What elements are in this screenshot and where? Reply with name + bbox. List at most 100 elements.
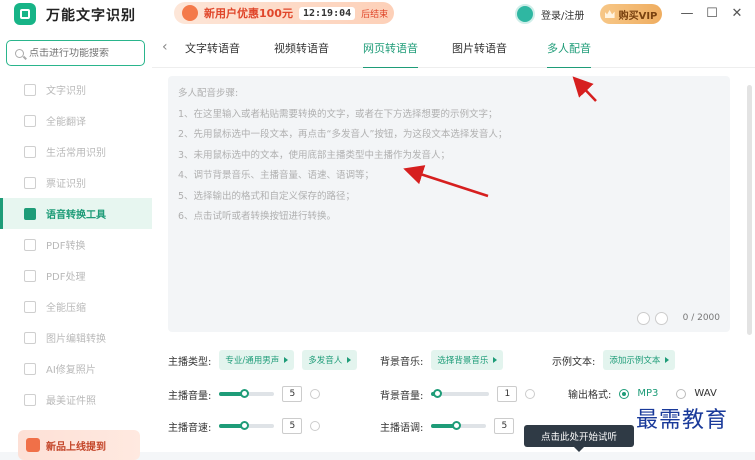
anchor-type-value: 专业/通用男声 bbox=[225, 356, 280, 366]
tab-web-to-speech[interactable]: 网页转语音 bbox=[363, 40, 418, 69]
format-mp3-label[interactable]: MP3 bbox=[637, 388, 658, 399]
app-title: 万能文字识别 bbox=[46, 8, 136, 24]
sidebar-item-label: 票证识别 bbox=[46, 179, 86, 190]
anchor-volume-label: 主播音量: bbox=[168, 390, 212, 402]
sidebar-item[interactable]: 文字识别 bbox=[0, 74, 152, 105]
gift-icon bbox=[182, 5, 198, 21]
close-button[interactable]: ✕ bbox=[730, 6, 744, 21]
feature-icon bbox=[24, 300, 36, 313]
reset-icon[interactable] bbox=[525, 389, 536, 399]
sidebar-item-label: 图片编辑转换 bbox=[46, 334, 106, 345]
example-select[interactable]: 添加示例文本 bbox=[603, 350, 676, 370]
main-panel: 多人配音步骤: 1、在这里输入或者粘贴需要转换的文字，或者在下方选择想要的示例文字… bbox=[152, 68, 755, 452]
undo-icon[interactable] bbox=[637, 312, 650, 325]
pitch-label: 主播语调: bbox=[380, 422, 424, 434]
speed-slider[interactable] bbox=[219, 421, 275, 430]
example-row: 示例文本: 添加示例文本 bbox=[552, 350, 676, 370]
promo-banner[interactable]: 新用户优惠100元 12:19:04 后结束 bbox=[174, 2, 394, 24]
sidebar-item-label: 生活常用识别 bbox=[46, 148, 106, 159]
format-mp3-radio[interactable] bbox=[619, 388, 630, 399]
reset-icon[interactable] bbox=[310, 389, 321, 399]
tab-video-to-speech[interactable]: 视频转语音 bbox=[274, 40, 329, 56]
caret-right-icon bbox=[347, 357, 352, 363]
banner-text: 新品上线提到 bbox=[46, 441, 106, 453]
bgm-label: 背景音乐: bbox=[380, 356, 424, 368]
slider-handle[interactable] bbox=[452, 421, 462, 430]
tab-multi-voice[interactable]: 多人配音 bbox=[547, 40, 591, 69]
promo-text: 新用户优惠100元 bbox=[204, 7, 293, 20]
anchor-type-label: 主播类型: bbox=[168, 356, 212, 368]
caret-right-icon bbox=[493, 357, 498, 363]
bgm-row: 背景音乐: 选择背景音乐 bbox=[380, 350, 504, 370]
buy-vip-button[interactable]: 购买VIP bbox=[600, 4, 662, 24]
instruction-line: 2、先用鼠标选中一段文本，再点击“多发音人”按钮，为这段文本选择发音人； bbox=[178, 129, 508, 140]
speed-row: 主播音速: 5 bbox=[168, 418, 321, 434]
sidebar-item-label: 文字识别 bbox=[46, 86, 86, 97]
slider-handle[interactable] bbox=[433, 389, 443, 398]
bgm-value: 选择背景音乐 bbox=[437, 356, 489, 366]
anchor-type-row: 主播类型: 专业/通用男声 多发音人 bbox=[168, 350, 358, 370]
bgm-volume-row: 背景音量: 1 bbox=[380, 386, 536, 402]
chevron-left-icon[interactable]: ‹ bbox=[162, 39, 168, 55]
search-input[interactable] bbox=[29, 47, 139, 59]
sidebar-item[interactable]: 生活常用识别 bbox=[0, 136, 152, 167]
sidebar-search[interactable] bbox=[6, 40, 145, 66]
feature-icon bbox=[24, 238, 36, 251]
feature-icon bbox=[24, 393, 36, 406]
login-link[interactable]: 登录/注册 bbox=[541, 7, 584, 22]
sidebar: 文字识别全能翻译生活常用识别票证识别语音转换工具 PDF转换 PDF处理全能压缩图片… bbox=[0, 28, 152, 460]
feature-icon bbox=[24, 114, 36, 127]
sidebar-item[interactable]: 图片编辑转换 bbox=[0, 322, 152, 353]
sidebar-item-label: 最美证件照 bbox=[46, 396, 96, 407]
title-bar: 万能文字识别 新用户优惠100元 12:19:04 后结束 登录/注册 购买VI… bbox=[0, 0, 755, 28]
maximize-button[interactable]: ☐ bbox=[705, 6, 719, 21]
reset-icon[interactable] bbox=[310, 421, 321, 431]
bgm-volume-slider[interactable] bbox=[431, 389, 490, 398]
format-wav-radio[interactable] bbox=[676, 388, 687, 399]
anchor-volume-row: 主播音量: 5 bbox=[168, 386, 321, 402]
crown-icon bbox=[604, 10, 615, 18]
anchor-volume-input[interactable]: 5 bbox=[282, 386, 303, 402]
sidebar-item[interactable]: 最美证件照 bbox=[0, 384, 152, 415]
text-editor[interactable]: 多人配音步骤: 1、在这里输入或者粘贴需要转换的文字，或者在下方选择想要的示例文字… bbox=[168, 76, 730, 332]
sidebar-item[interactable]: 票证识别 bbox=[0, 167, 152, 198]
promo-countdown: 12:19:04 bbox=[298, 6, 356, 20]
slider-handle[interactable] bbox=[240, 389, 250, 398]
speed-input[interactable]: 5 bbox=[282, 418, 303, 434]
format-row: 输出格式: MP3 WAV bbox=[568, 386, 717, 401]
sidebar-item-label: PDF转换 bbox=[46, 241, 86, 252]
format-wav-label[interactable]: WAV bbox=[694, 388, 716, 399]
pitch-input[interactable]: 5 bbox=[494, 418, 515, 434]
feature-icon bbox=[24, 207, 36, 220]
instruction-line: 1、在这里输入或者粘贴需要转换的文字，或者在下方选择想要的示例文字； bbox=[178, 108, 498, 120]
minimize-button[interactable]: — bbox=[680, 6, 694, 21]
pitch-slider[interactable] bbox=[431, 421, 487, 430]
instruction-line: 多人配音步骤: bbox=[178, 88, 239, 99]
slider-handle[interactable] bbox=[240, 421, 250, 430]
scrollbar[interactable] bbox=[747, 85, 752, 335]
sidebar-item[interactable]: PDF处理 bbox=[0, 260, 152, 291]
tab-image-to-speech[interactable]: 图片转语音 bbox=[452, 40, 507, 56]
multi-voice-button[interactable]: 多发音人 bbox=[302, 350, 358, 370]
instruction-line: 3、未用鼠标选中的文本，使用底部主播类型中主播作为发音人； bbox=[178, 149, 451, 161]
new-product-banner[interactable]: 新品上线提到 bbox=[18, 430, 140, 460]
tab-text-to-speech[interactable]: 文字转语音 bbox=[185, 40, 240, 56]
preview-tooltip: 点击此处开始试听 bbox=[524, 425, 634, 452]
anchor-volume-slider[interactable] bbox=[219, 389, 275, 398]
example-value: 添加示例文本 bbox=[609, 356, 661, 366]
sidebar-item[interactable]: 全能翻译 bbox=[0, 105, 152, 136]
anchor-type-select[interactable]: 专业/通用男声 bbox=[219, 350, 295, 370]
feature-icon bbox=[24, 362, 36, 375]
sidebar-item-label: AI修复照片 bbox=[46, 365, 96, 376]
redo-icon[interactable] bbox=[655, 312, 668, 325]
sidebar-item[interactable]: 全能压缩 bbox=[0, 291, 152, 322]
avatar bbox=[515, 4, 535, 24]
instruction-line: 6、点击试听或者转换按钮进行转换。 bbox=[178, 211, 337, 222]
sidebar-item[interactable]: PDF转换 bbox=[0, 229, 152, 260]
sidebar-nav: 文字识别全能翻译生活常用识别 票证识别语音转换工具 PDF转换 PDF处理 全能压缩图片… bbox=[0, 74, 152, 415]
user-login[interactable]: 登录/注册 bbox=[515, 4, 584, 24]
bgm-select[interactable]: 选择背景音乐 bbox=[431, 350, 504, 370]
sidebar-item[interactable]: AI修复照片 bbox=[0, 353, 152, 384]
bgm-volume-input[interactable]: 1 bbox=[497, 386, 518, 402]
sidebar-item[interactable]: 语音转换工具 bbox=[0, 198, 152, 229]
